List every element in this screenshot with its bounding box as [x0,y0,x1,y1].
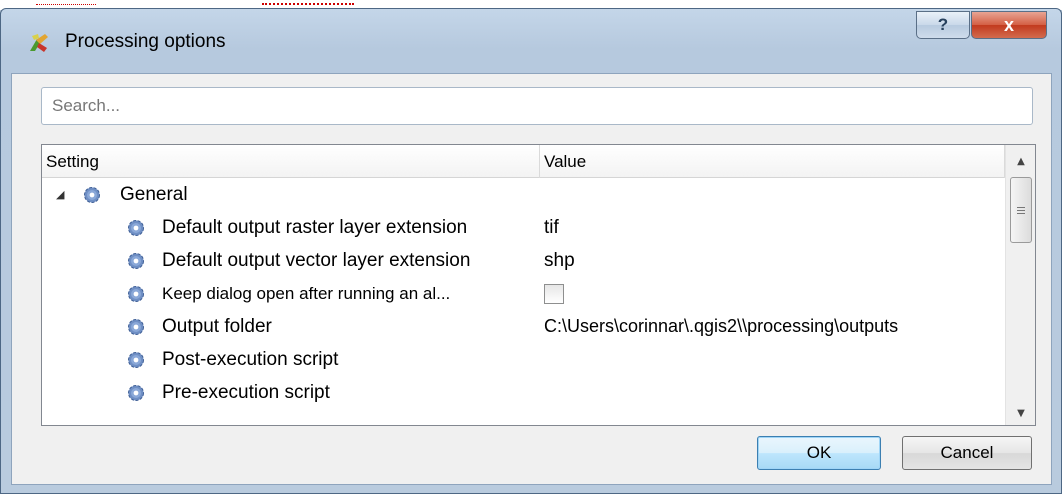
tree-row-general[interactable]: ◢ General [42,179,1005,212]
window-title: Processing options [65,31,226,52]
ok-button-label: OK [806,443,832,462]
tree-row-value[interactable]: C:\Users\corinnar\.qgis2\\processing\out… [544,316,898,337]
column-header-setting[interactable]: Setting [42,145,540,178]
gear-icon [128,286,144,302]
tree-row-value[interactable]: tif [544,217,559,239]
tree-row-raster-extension[interactable]: Default output raster layer extension ti… [42,212,1005,245]
cancel-button[interactable]: Cancel [902,436,1032,470]
cancel-button-label: Cancel [940,443,994,462]
background-underline [36,2,96,5]
gear-icon [84,187,100,203]
settings-tree[interactable]: Setting Value ◢ General Default output r… [41,144,1036,426]
tree-row-label: Pre-execution script [162,382,330,403]
gear-icon [128,385,144,401]
scroll-up-arrow-icon[interactable]: ▲ [1006,149,1035,173]
ok-button[interactable]: OK [757,436,881,470]
vertical-scrollbar[interactable]: ▲ ▼ [1005,145,1035,425]
tree-row-label: General [120,184,188,205]
column-header-value[interactable]: Value [540,145,1005,178]
processing-options-dialog: Processing options ? x Setting Value ◢ [0,8,1062,494]
background-underline [262,2,354,5]
tree-row-output-folder[interactable]: Output folder C:\Users\corinnar\.qgis2\\… [42,311,1005,344]
gear-icon [128,352,144,368]
search-input[interactable] [41,87,1033,125]
tree-row-label: Keep dialog open after running an al... [162,284,451,303]
close-button[interactable]: x [971,11,1047,39]
grip-icon [1017,206,1025,214]
scroll-thumb[interactable] [1010,177,1032,243]
keep-dialog-open-checkbox[interactable] [544,284,564,304]
tree-row-vector-extension[interactable]: Default output vector layer extension sh… [42,245,1005,278]
gear-icon [128,253,144,269]
tree-row-post-execution-script[interactable]: Post-execution script [42,344,1005,377]
tree-row-label: Default output vector layer extension [162,250,471,271]
gear-icon [128,220,144,236]
dialog-content: Setting Value ◢ General [11,73,1052,485]
processing-app-icon [30,34,48,52]
scroll-down-arrow-icon[interactable]: ▼ [1006,401,1035,425]
title-bar[interactable]: Processing options ? x [1,9,1061,71]
tree-row-pre-execution-script[interactable]: Pre-execution script [42,377,1005,410]
tree-row-label: Output folder [162,316,272,337]
tree-row-label: Post-execution script [162,349,339,370]
collapse-arrow-icon[interactable]: ◢ [56,188,66,202]
tree-row-partial[interactable] [42,410,1005,425]
tree-row-label: Default output raster layer extension [162,217,468,238]
help-icon: ? [937,15,949,34]
help-button[interactable]: ? [916,11,970,39]
tree-header: Setting Value [42,145,1005,178]
tree-row-value[interactable]: shp [544,250,575,272]
close-icon: x [1003,14,1014,35]
tree-row-keep-dialog-open[interactable]: Keep dialog open after running an al... [42,278,1005,311]
gear-icon [128,319,144,335]
